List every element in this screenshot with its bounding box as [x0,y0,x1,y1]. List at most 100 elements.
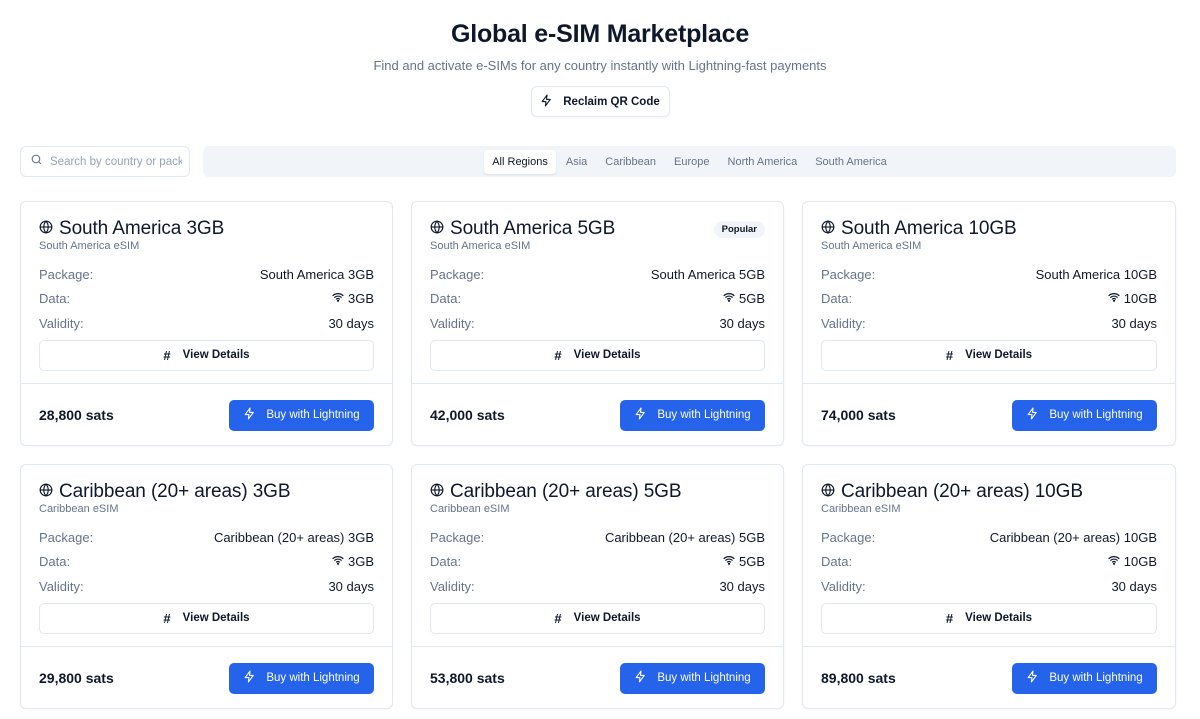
package-label: Package: [39,266,94,282]
package-label: Package: [430,266,485,282]
data-value: 3GB [347,291,374,307]
view-details-button[interactable]: # View Details [430,602,765,634]
buy-with-lightning-button[interactable]: Buy with Lightning [620,399,765,431]
view-details-button[interactable]: # View Details [39,602,374,634]
card-title: South America 5GB [450,218,616,239]
validity-value: 30 days [1111,578,1157,594]
view-details-button[interactable]: # View Details [821,339,1157,371]
package-value: Caribbean (20+ areas) 10GB [989,529,1157,545]
buy-with-lightning-button[interactable]: Buy with Lightning [620,662,765,694]
data-value-wrap: 5GB [723,291,765,306]
esim-card: South America 5GB South America eSIM Pop… [411,201,784,446]
wifi-icon [1108,291,1120,306]
validity-row: Validity: 30 days [39,574,374,599]
validity-value: 30 days [719,315,765,331]
validity-row: Validity: 30 days [430,311,765,336]
globe-icon [430,482,444,502]
price: 28,800 sats [39,407,114,423]
reclaim-qr-button[interactable]: Reclaim QR Code [530,86,670,117]
package-row: Package: South America 3GB [39,262,374,287]
data-label: Data: [430,554,462,570]
tab-asia[interactable]: Asia [558,150,595,174]
data-row: Data: 5GB [430,550,765,575]
package-value: South America 10GB [1035,266,1157,282]
card-subtitle: South America eSIM [430,240,531,252]
data-row: Data: 5GB [430,287,765,312]
popular-badge: Popular [713,221,765,238]
buy-with-lightning-button[interactable]: Buy with Lightning [1012,662,1157,694]
view-details-button[interactable]: # View Details [430,339,765,371]
package-value: Caribbean (20+ areas) 5GB [604,529,765,545]
globe-icon [430,219,444,239]
tab-south-america[interactable]: South America [807,150,895,174]
zap-icon [243,407,256,423]
tab-europe[interactable]: Europe [666,150,717,174]
price: 29,800 sats [39,670,114,686]
card-footer: 29,800 sats Buy with Lightning [21,647,392,709]
package-label: Package: [821,529,876,545]
tab-north-america[interactable]: North America [720,150,806,174]
zap-icon [1026,407,1039,423]
hash-icon: # [554,610,562,626]
card-title-row: South America 3GB [39,218,374,239]
card-subtitle: South America eSIM [821,240,922,252]
esim-card: Caribbean (20+ areas) 10GB Caribbean eSI… [802,464,1176,709]
view-details-label: View Details [965,612,1033,624]
validity-value: 30 days [328,315,374,331]
card-title: Caribbean (20+ areas) 3GB [59,481,291,502]
data-value-wrap: 5GB [723,554,765,569]
hash-icon: # [554,347,562,363]
wifi-icon [723,554,735,569]
validity-label: Validity: [821,315,866,331]
hash-icon: # [945,347,954,363]
data-row: Data: 10GB [821,550,1157,575]
view-details-button[interactable]: # View Details [821,602,1157,634]
card-title: Caribbean (20+ areas) 5GB [450,481,682,502]
buy-with-lightning-button[interactable]: Buy with Lightning [229,662,374,694]
package-row: Package: Caribbean (20+ areas) 10GB [821,525,1157,550]
validity-label: Validity: [821,578,866,594]
zap-icon [634,407,647,423]
data-value: 3GB [347,554,374,570]
card-body: South America 5GB South America eSIM Pop… [412,202,783,384]
view-details-button[interactable]: # View Details [39,339,374,371]
package-label: Package: [39,529,94,545]
data-value-wrap: 3GB [332,554,374,569]
buy-with-lightning-button[interactable]: Buy with Lightning [229,399,374,431]
globe-icon [821,482,835,502]
wifi-icon [332,291,344,306]
data-row: Data: 3GB [39,550,374,575]
esim-card: South America 10GB South America eSIM Pa… [802,201,1176,446]
card-title-row: South America 10GB [821,218,1157,239]
package-row: Package: Caribbean (20+ areas) 3GB [39,525,374,550]
card-subtitle: South America eSIM [39,240,140,252]
package-row: Package: Caribbean (20+ areas) 5GB [430,525,765,550]
package-label: Package: [821,266,876,282]
card-details: Package: South America 3GB Data: 3GB Val… [39,262,374,336]
tab-caribbean[interactable]: Caribbean [597,150,664,174]
view-details-label: View Details [573,612,641,624]
validity-value: 30 days [719,578,765,594]
data-label: Data: [39,291,71,307]
card-footer: 74,000 sats Buy with Lightning [803,384,1175,446]
tab-all-regions[interactable]: All Regions [484,149,556,174]
data-label: Data: [821,554,853,570]
card-subtitle: Caribbean eSIM [39,503,119,515]
globe-icon [39,219,53,239]
search-input[interactable] [50,155,182,168]
buy-with-lightning-button[interactable]: Buy with Lightning [1012,399,1157,431]
esim-card: South America 3GB South America eSIM Pac… [20,201,393,446]
buy-label: Buy with Lightning [1049,672,1143,684]
buy-label: Buy with Lightning [1049,409,1143,421]
validity-row: Validity: 30 days [821,574,1157,599]
region-tabs: All Regions Asia Caribbean Europe North … [203,146,1176,177]
buy-label: Buy with Lightning [657,672,751,684]
card-title: Caribbean (20+ areas) 10GB [841,481,1083,502]
validity-value: 30 days [1111,315,1157,331]
view-details-label: View Details [182,612,250,624]
card-details: Package: Caribbean (20+ areas) 10GB Data… [821,525,1157,599]
card-body: Caribbean (20+ areas) 3GB Caribbean eSIM… [21,465,392,647]
search-box[interactable] [20,146,190,177]
validity-label: Validity: [430,578,475,594]
data-value: 10GB [1123,291,1157,307]
